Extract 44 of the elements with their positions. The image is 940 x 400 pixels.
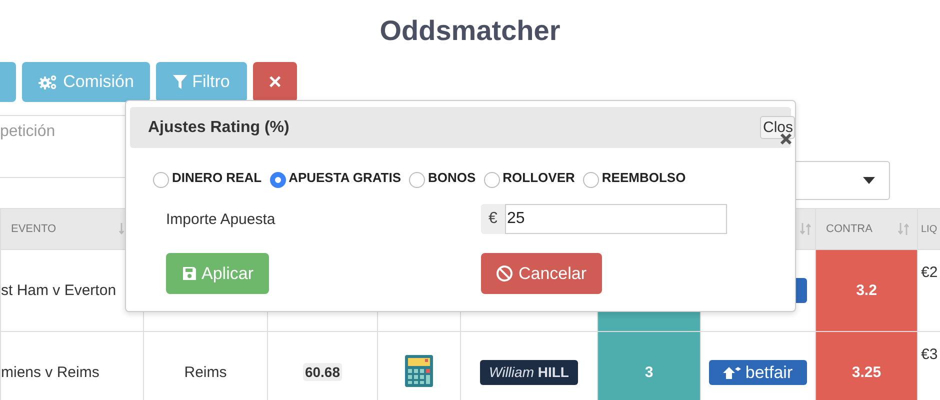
table-cell: Reims [184, 364, 227, 381]
popover-title: Ajustes Rating (%) [148, 118, 290, 136]
arrow-icon [723, 366, 742, 378]
lay-odds[interactable]: 3.2 [856, 282, 877, 299]
filter-icon [173, 74, 188, 90]
clear-button[interactable]: × [253, 62, 297, 102]
radio-button[interactable] [582, 172, 599, 188]
caret-icon [863, 177, 875, 184]
table-cell: €2 [921, 264, 938, 281]
table-cell: miens v Reims [1, 364, 100, 381]
column-header[interactable]: CONTRA [826, 223, 872, 235]
back-odds[interactable]: 3 [644, 364, 654, 381]
ban-icon [496, 265, 514, 282]
save-icon [182, 266, 197, 281]
rating-value: 60.68 [302, 363, 342, 381]
close-button[interactable]: Clos [760, 116, 796, 139]
bookmaker-logo[interactable]: William HILL [480, 360, 578, 385]
currency-addon: € [481, 204, 505, 234]
exchange-logo[interactable]: betfair [709, 360, 807, 385]
toolbar-button[interactable] [0, 62, 16, 102]
radio-button[interactable] [409, 172, 425, 188]
column-header[interactable]: EVENTO [11, 223, 56, 235]
table-cell: st Ham v Everton [1, 282, 116, 299]
lay-odds[interactable]: 3.25 [852, 364, 882, 381]
cancel-button[interactable]: Cancelar [481, 253, 602, 294]
column-header[interactable]: LIQ [921, 224, 938, 234]
page-title: Oddsmatcher [378, 14, 562, 48]
field-label: Importe Apuesta [166, 210, 276, 228]
stake-field[interactable]: 25 [505, 204, 727, 234]
radio-button[interactable] [153, 172, 169, 188]
apply-button[interactable]: Aplicar [166, 253, 269, 294]
calculator-icon[interactable] [405, 354, 433, 386]
radio-button[interactable] [270, 172, 286, 188]
filter-button[interactable]: Filtro [156, 62, 247, 102]
radio-label[interactable]: DINERO REAL [172, 170, 262, 184]
radio-label[interactable]: BONOS [428, 170, 476, 184]
close-icon[interactable] [780, 133, 792, 145]
radio-label[interactable]: APUESTA GRATIS [288, 170, 401, 184]
radio-label[interactable]: REEMBOLSO [602, 170, 686, 184]
radio-label[interactable]: ROLLOVER [502, 170, 575, 184]
radio-button[interactable] [484, 172, 500, 188]
gears-button[interactable]: Comisión [22, 62, 150, 102]
table-cell: €3 [921, 346, 938, 363]
gears-icon [38, 74, 58, 90]
